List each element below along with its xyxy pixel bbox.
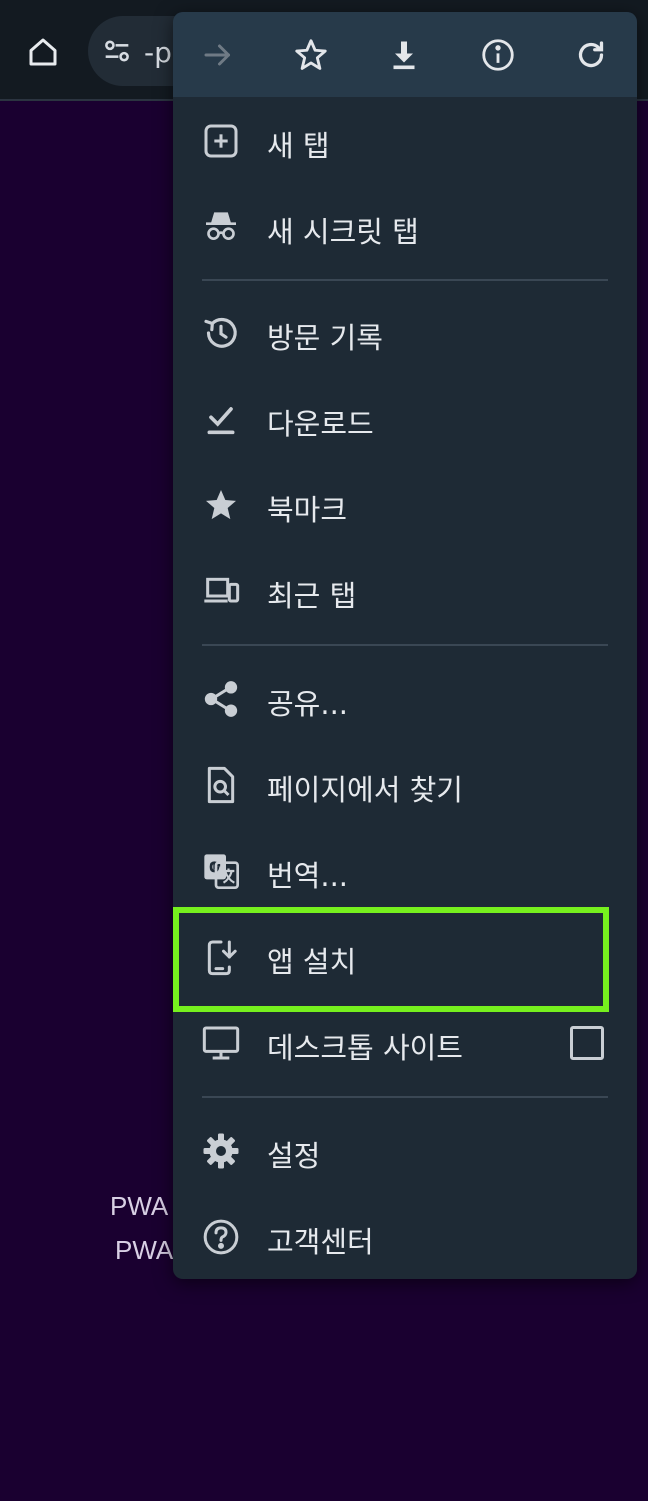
menu-divider	[202, 1096, 608, 1098]
menu-item-downloads[interactable]: 다운로드	[173, 375, 637, 461]
menu-item-settings[interactable]: 설정	[173, 1107, 637, 1193]
page-text-line-1: PWA	[110, 1191, 169, 1221]
menu-item-label: 앱 설치	[267, 945, 357, 979]
find-in-page-icon	[207, 766, 235, 804]
site-settings-icon[interactable]	[100, 34, 134, 68]
menu-item-install-app[interactable]: 앱 설치	[173, 913, 637, 999]
help-icon	[203, 1219, 239, 1255]
menu-item-desktop-site[interactable]: 데스크톱 사이트	[173, 999, 637, 1085]
menu-item-label: 새 시크릿 탭	[267, 215, 419, 249]
menu-item-label: 방문 기록	[267, 321, 383, 355]
page-info-icon[interactable]	[473, 30, 523, 80]
url-text[interactable]: -p	[144, 36, 172, 69]
recent-tabs-icon	[204, 577, 240, 603]
bookmarks-icon	[206, 490, 236, 520]
menu-item-label: 페이지에서 찾기	[267, 773, 463, 807]
bookmark-star-icon[interactable]	[286, 30, 336, 80]
menu-item-help[interactable]: 고객센터	[173, 1193, 637, 1279]
menu-item-bookmarks[interactable]: 북마크	[173, 461, 637, 547]
menu-item-label: 공유...	[267, 687, 349, 721]
history-icon	[204, 317, 237, 348]
translate-icon	[204, 854, 239, 889]
downloads-icon	[207, 407, 235, 435]
menu-item-translate[interactable]: 번역...	[173, 827, 637, 913]
menu-item-find-in-page[interactable]: 페이지에서 찾기	[173, 741, 637, 827]
menu-action-bar	[173, 12, 637, 97]
share-icon	[204, 681, 238, 717]
menu-item-label: 고객센터	[267, 1225, 374, 1259]
menu-item-label: 북마크	[267, 493, 348, 527]
menu-item-new-incognito-tab[interactable]: 새 시크릿 탭	[173, 183, 637, 269]
menu-item-label: 데스크톱 사이트	[267, 1031, 463, 1065]
menu-item-label: 최근 탭	[267, 579, 357, 613]
menu-item-label: 번역...	[267, 859, 349, 893]
menu-divider	[202, 279, 608, 281]
menu-item-share[interactable]: 공유...	[173, 655, 637, 741]
chrome-overflow-menu: 새 탭 새 시크릿 탭 방문 기록 다운로드 북마크 최근 탭 공유... 페이…	[173, 12, 637, 1279]
home-icon[interactable]	[18, 27, 68, 77]
desktop-icon	[202, 1026, 240, 1060]
desktop-site-checkbox[interactable]	[570, 1026, 604, 1060]
new-tab-icon	[204, 124, 238, 158]
install-app-icon	[207, 940, 237, 976]
menu-item-history[interactable]: 방문 기록	[173, 289, 637, 375]
menu-item-label: 새 탭	[267, 129, 330, 163]
menu-item-label: 다운로드	[267, 407, 374, 441]
menu-divider	[202, 644, 608, 646]
forward-icon[interactable]	[193, 30, 243, 80]
incognito-icon	[206, 212, 236, 240]
menu-item-label: 설정	[267, 1139, 321, 1173]
settings-icon	[203, 1133, 239, 1169]
reload-icon[interactable]	[566, 30, 616, 80]
menu-item-new-tab[interactable]: 새 탭	[173, 97, 637, 183]
page-text-line-2: PWA	[115, 1235, 174, 1265]
download-page-icon[interactable]	[379, 30, 429, 80]
menu-item-recent-tabs[interactable]: 최근 탭	[173, 547, 637, 633]
